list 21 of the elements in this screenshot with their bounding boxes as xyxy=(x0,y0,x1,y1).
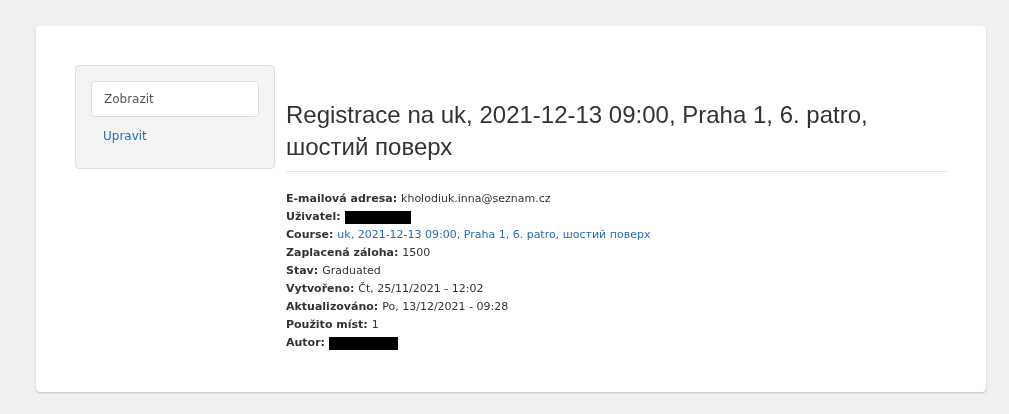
redaction-bar xyxy=(344,210,411,224)
field-label: Autor: xyxy=(286,335,325,351)
field-value: kholodiuk.inna@seznam.cz xyxy=(401,191,551,207)
field-value: Graduated xyxy=(322,263,381,279)
field-value: Čt, 25/11/2021 - 12:02 xyxy=(358,281,484,297)
field-label: Vytvořeno: xyxy=(286,281,355,297)
field-label: Použito míst: xyxy=(286,317,368,333)
tab[interactable]: Zobrazit xyxy=(91,81,259,117)
field-label: Stav: xyxy=(286,263,319,279)
field-value: Po, 13/12/2021 - 09:28 xyxy=(382,299,509,315)
field-label: E-mailová adresa: xyxy=(286,191,398,207)
redaction-bar xyxy=(329,336,398,350)
field-label: Uživatel: xyxy=(286,209,341,225)
field-value: 1 xyxy=(371,317,379,333)
field-label: Zaplacená záloha: xyxy=(286,245,399,261)
field-label: Aktualizováno: xyxy=(286,299,379,315)
tab[interactable]: Upravit xyxy=(91,121,259,151)
course-link[interactable]: uk, 2021-12-13 09:00, Praha 1, 6. patro, шостий поверх xyxy=(337,226,651,244)
field-value: 1500 xyxy=(402,245,431,261)
field-label: Course: xyxy=(286,227,334,243)
page-title: Registrace na uk, 2021-12-13 09:00, Praha 1, 6. patro, шостий поверх xyxy=(286,99,947,172)
